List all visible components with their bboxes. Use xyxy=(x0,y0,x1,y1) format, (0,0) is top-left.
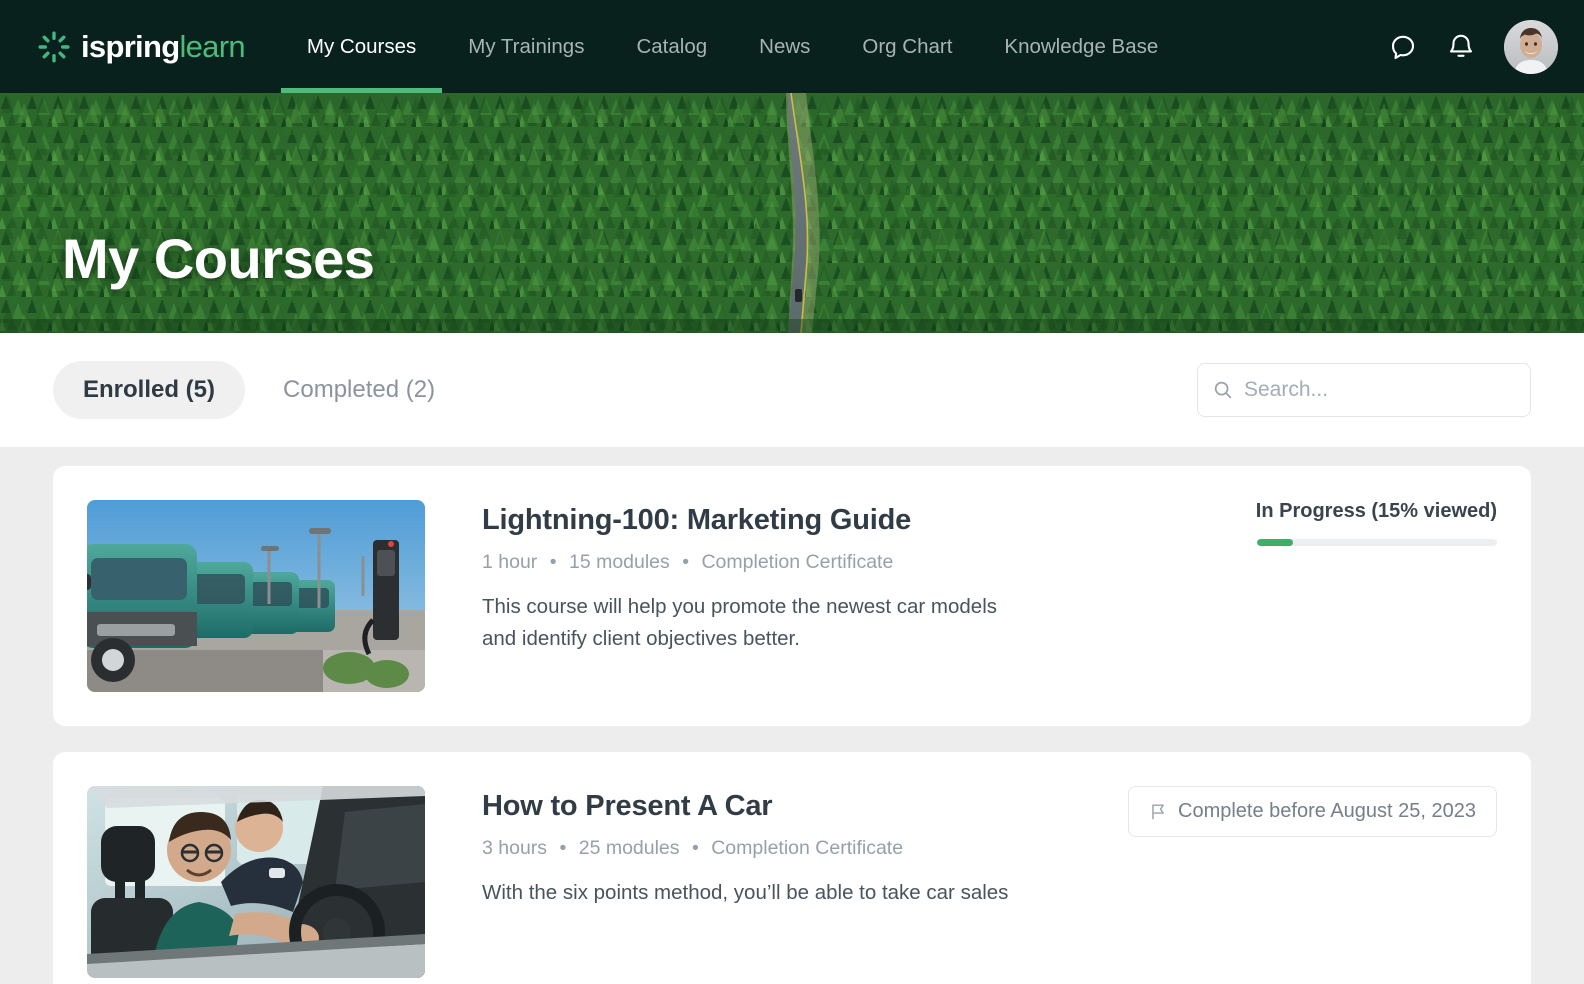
progress-bar-fill xyxy=(1257,539,1293,546)
tab-completed[interactable]: Completed (2) xyxy=(253,361,465,419)
course-certificate: Completion Certificate xyxy=(701,551,894,573)
meta-separator: • xyxy=(549,551,557,573)
meta-separator: • xyxy=(691,837,699,859)
top-navigation-bar: ispringlearn My Courses My Trainings Cat… xyxy=(0,0,1584,93)
brand-logo-text: ispringlearn xyxy=(81,29,246,64)
nav-item-org-chart[interactable]: Org Chart xyxy=(836,0,978,93)
course-meta: 3 hours • 25 modules • Completion Certif… xyxy=(482,837,1497,860)
course-list: Lightning-100: Marketing Guide 1 hour • … xyxy=(0,447,1584,984)
ispring-burst-icon xyxy=(38,31,70,62)
tab-label: Completed (2) xyxy=(283,376,436,403)
nav-item-label: My Trainings xyxy=(468,34,585,58)
search-input[interactable] xyxy=(1244,378,1516,402)
course-filter-tabs: Enrolled (5) Completed (2) xyxy=(53,361,465,419)
course-thumbnail-image xyxy=(87,500,425,692)
nav-item-catalog[interactable]: Catalog xyxy=(610,0,733,93)
meta-separator: • xyxy=(682,551,690,573)
tab-label: Enrolled (5) xyxy=(83,376,216,403)
avatar-photo xyxy=(1504,19,1558,74)
status-badge-label: Complete before August 25, 2023 xyxy=(1178,800,1476,822)
main-nav: My Courses My Trainings Catalog News Org… xyxy=(280,0,1184,93)
course-card[interactable]: Lightning-100: Marketing Guide 1 hour • … xyxy=(53,466,1531,726)
flag-icon xyxy=(1152,804,1164,820)
course-card[interactable]: How to Present A Car 3 hours • 25 module… xyxy=(53,752,1531,984)
course-modules: 25 modules xyxy=(578,837,680,859)
nav-item-label: Knowledge Base xyxy=(1004,34,1159,58)
nav-item-news[interactable]: News xyxy=(733,0,836,93)
filter-bar: Enrolled (5) Completed (2) xyxy=(0,333,1584,447)
brand-logo[interactable]: ispringlearn xyxy=(38,29,246,64)
header-actions xyxy=(1388,19,1558,74)
search-box[interactable] xyxy=(1197,363,1531,417)
status-badge: Complete before August 25, 2023 xyxy=(1128,786,1497,837)
nav-item-knowledge-base[interactable]: Knowledge Base xyxy=(978,0,1184,93)
meta-separator: • xyxy=(559,837,567,859)
course-description: This course will help you promote the ne… xyxy=(482,595,998,650)
tab-enrolled[interactable]: Enrolled (5) xyxy=(53,361,246,419)
chat-bubble-icon[interactable] xyxy=(1388,32,1418,62)
nav-item-label: News xyxy=(759,34,811,58)
course-modules: 15 modules xyxy=(568,551,670,573)
progress-label: In Progress (15% viewed) xyxy=(1255,500,1497,522)
course-duration: 3 hours xyxy=(482,837,548,859)
nav-item-label: My Courses xyxy=(306,34,417,58)
course-meta: 1 hour • 15 modules • Completion Certifi… xyxy=(482,551,1497,574)
course-thumbnail xyxy=(87,500,425,692)
course-certificate: Completion Certificate xyxy=(711,837,904,859)
course-status: In Progress (15% viewed) xyxy=(1256,500,1497,546)
bell-icon[interactable] xyxy=(1446,32,1476,62)
hero-banner: My Courses xyxy=(0,93,1584,333)
course-thumbnail xyxy=(87,786,425,978)
brand-word-ispring: ispring xyxy=(81,29,180,64)
avatar[interactable] xyxy=(1504,19,1558,74)
course-status: Complete before August 25, 2023 xyxy=(1128,786,1497,837)
course-duration: 1 hour xyxy=(482,551,538,573)
course-description: With the six points method, you’ll be ab… xyxy=(482,881,1009,904)
progress-bar xyxy=(1257,539,1497,546)
nav-item-label: Org Chart xyxy=(862,34,953,58)
brand-word-learn: learn xyxy=(179,29,245,64)
nav-item-label: Catalog xyxy=(636,34,708,58)
nav-item-my-courses[interactable]: My Courses xyxy=(280,0,443,93)
search-icon xyxy=(1214,381,1232,399)
hero-forest-image xyxy=(0,93,1584,333)
page-title: My Courses xyxy=(62,227,375,290)
course-thumbnail-image xyxy=(87,786,425,978)
nav-item-my-trainings[interactable]: My Trainings xyxy=(442,0,610,93)
